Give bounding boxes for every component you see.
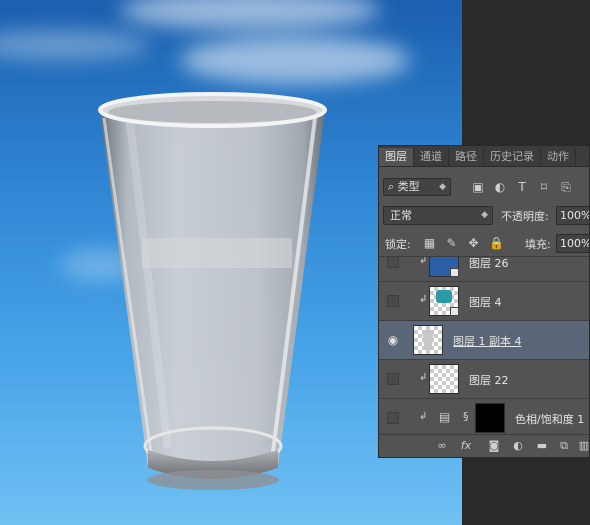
visibility-toggle[interactable] xyxy=(387,412,399,424)
layer-name[interactable]: 图层 4 xyxy=(469,294,502,310)
filter-type-label: 类型 xyxy=(397,180,420,193)
layer-row[interactable]: ↲ 图层 22 xyxy=(379,360,589,399)
adjustment-filter-icon[interactable]: ◐ xyxy=(493,180,507,194)
trash-icon[interactable]: ▥ xyxy=(577,439,589,453)
clip-arrow-icon: ↲ xyxy=(419,257,428,266)
cloud xyxy=(180,36,410,84)
lock-all-icon[interactable]: 🔒 xyxy=(489,237,504,250)
smart-object-badge xyxy=(450,307,459,316)
link-icon[interactable]: ∞ xyxy=(435,439,449,453)
visibility-toggle[interactable] xyxy=(387,295,399,307)
blend-row: 正常 ◆ 不透明度: 100% xyxy=(379,204,589,228)
layer-thumbnail xyxy=(413,325,443,355)
chevron-updown-icon: ◆ xyxy=(439,182,446,192)
smart-object-filter-icon[interactable]: ⎘ xyxy=(559,180,573,194)
shape-filter-icon[interactable]: ⌑ xyxy=(537,180,551,194)
opacity-input[interactable]: 100% xyxy=(556,206,589,225)
cloud xyxy=(120,0,380,30)
panel-tabs: 图层 通道 路径 历史记录 动作 xyxy=(379,146,589,167)
layer-list: ↲ 图层 26 ↲ 图层 4 ◉ 图层 1 副本 4 ↲ 图层 22 ↲ ▤ §… xyxy=(379,257,589,435)
layer-row[interactable]: ↲ 图层 26 xyxy=(379,257,589,282)
layer-thumbnail xyxy=(429,364,459,394)
chevron-updown-icon: ◆ xyxy=(481,210,488,220)
filter-row: ⌕ 类型 ◆ ▣ ◐ T ⌑ ⎘ xyxy=(379,176,589,198)
fill-input[interactable]: 100% xyxy=(556,234,589,253)
filter-type-select[interactable]: ⌕ 类型 ◆ xyxy=(383,178,451,196)
mask-icon[interactable]: ◙ xyxy=(487,439,501,453)
visibility-toggle[interactable] xyxy=(387,257,399,268)
tab-layers[interactable]: 图层 xyxy=(379,148,414,166)
cloud xyxy=(0,30,150,60)
layer-name[interactable]: 图层 26 xyxy=(469,257,509,271)
fx-icon[interactable]: fx xyxy=(459,439,473,453)
lock-transparency-icon[interactable]: ▦ xyxy=(423,237,436,250)
tab-actions[interactable]: 动作 xyxy=(541,148,576,166)
layers-panel: 图层 通道 路径 历史记录 动作 ⌕ 类型 ◆ ▣ ◐ T ⌑ ⎘ 正常 ◆ 不… xyxy=(378,145,590,458)
layer-row[interactable]: ↲ 图层 4 xyxy=(379,282,589,321)
layer-name[interactable]: 色相/饱和度 1 xyxy=(515,411,584,427)
clip-arrow-icon: ↲ xyxy=(419,372,428,383)
layer-row[interactable]: ◉ 图层 1 副本 4 xyxy=(379,321,589,360)
lock-position-icon[interactable]: ✥ xyxy=(467,237,480,250)
blend-mode-value: 正常 xyxy=(390,209,412,222)
layer-row[interactable]: ↲ ▤ § 色相/饱和度 1 xyxy=(379,399,589,435)
layers-footer: ∞ fx ◙ ◐ ▬ ⧉ ▥ xyxy=(379,434,589,457)
eye-icon[interactable]: ◉ xyxy=(387,334,399,346)
lock-row: 锁定: ▦ ✎ ✥ 🔒 填充: 100% xyxy=(379,232,589,257)
adjustment-icon[interactable]: ◐ xyxy=(511,439,525,453)
lock-pixels-icon[interactable]: ✎ xyxy=(445,237,458,250)
layer-mask-thumbnail xyxy=(475,403,505,433)
blend-mode-select[interactable]: 正常 ◆ xyxy=(383,206,493,225)
tab-history[interactable]: 历史记录 xyxy=(484,148,541,166)
layer-name[interactable]: 图层 22 xyxy=(469,372,509,388)
layer-thumbnail xyxy=(429,286,459,316)
layer-thumbnail xyxy=(429,257,459,277)
clip-arrow-icon: ↲ xyxy=(419,294,428,305)
glass-image xyxy=(98,92,327,490)
opacity-label: 不透明度: xyxy=(501,210,549,223)
chain-link-icon: § xyxy=(463,410,469,423)
smart-object-badge xyxy=(450,268,459,277)
folder-icon[interactable]: ▬ xyxy=(535,439,549,453)
fill-label: 填充: xyxy=(525,238,551,251)
clip-arrow-icon: ↲ xyxy=(419,411,428,422)
image-filter-icon[interactable]: ▣ xyxy=(471,180,485,194)
layer-name[interactable]: 图层 1 副本 4 xyxy=(453,333,522,349)
visibility-toggle[interactable] xyxy=(387,373,399,385)
new-layer-icon[interactable]: ⧉ xyxy=(557,439,571,453)
adjustment-layer-icon: ▤ xyxy=(439,410,451,424)
lock-label: 锁定: xyxy=(385,238,411,251)
text-filter-icon[interactable]: T xyxy=(515,180,529,194)
search-icon: ⌕ xyxy=(388,180,395,193)
tab-paths[interactable]: 路径 xyxy=(449,148,484,166)
tab-channels[interactable]: 通道 xyxy=(414,148,449,166)
